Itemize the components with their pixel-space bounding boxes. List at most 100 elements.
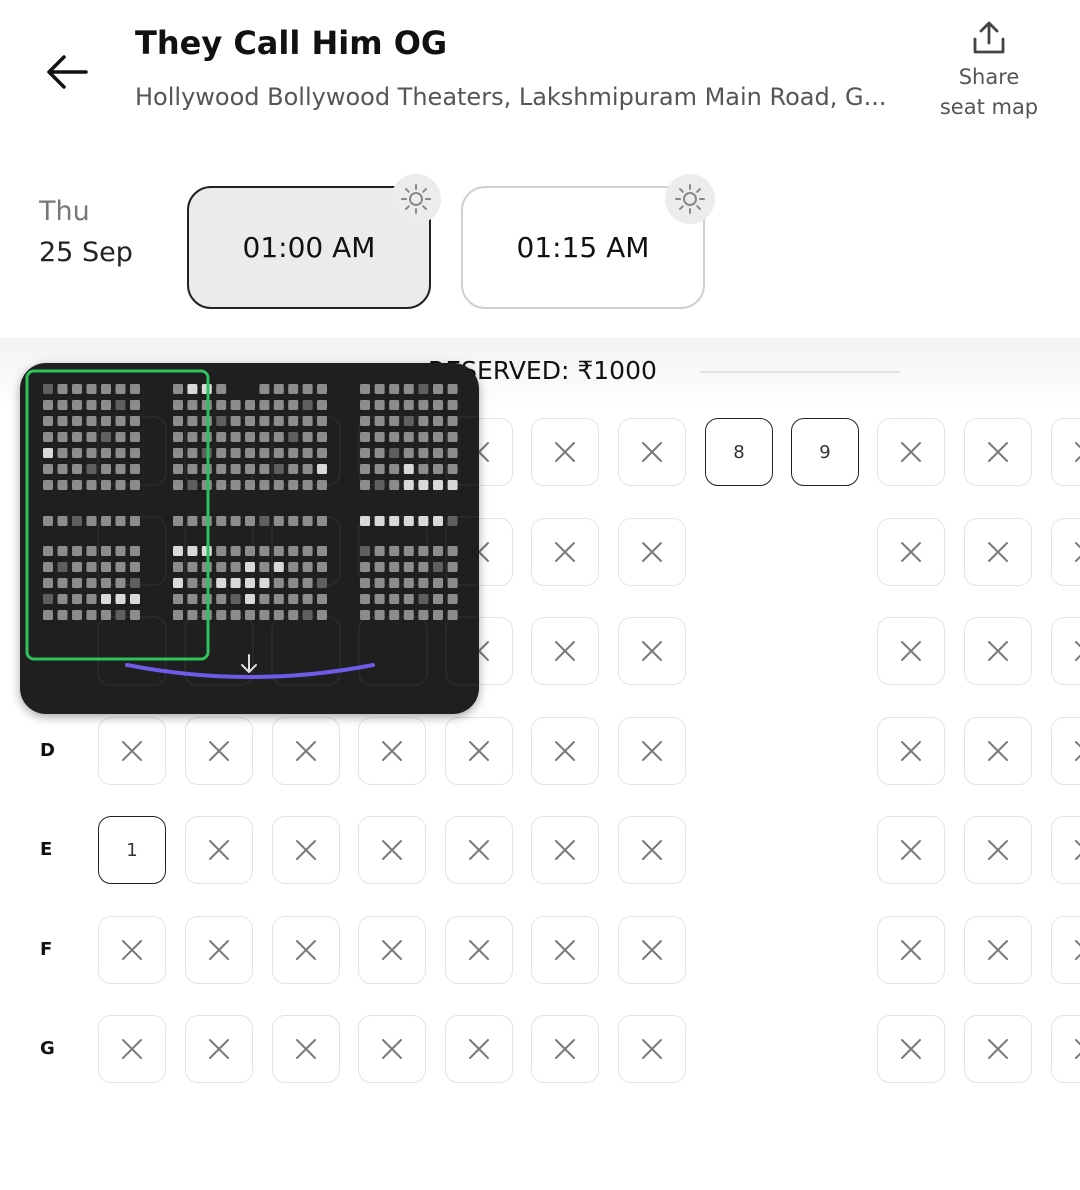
- minimap-seat: [389, 480, 400, 490]
- date-date: 25 Sep: [39, 237, 133, 268]
- minimap-seat: [86, 594, 97, 604]
- minimap-seat: [273, 594, 284, 604]
- minimap-seat: [403, 516, 414, 526]
- minimap-seat: [259, 516, 270, 526]
- minimap-seat: [43, 416, 53, 426]
- seat-unavailable: [272, 915, 340, 984]
- close-icon: [901, 1039, 921, 1059]
- showtime-0115[interactable]: 01:15 AM: [461, 174, 715, 309]
- minimap-seat: [302, 610, 313, 620]
- minimap-seat: [302, 464, 313, 474]
- seat-available[interactable]: 9: [791, 418, 859, 486]
- movie-title: They Call Him OG: [135, 24, 448, 62]
- minimap-seat: [360, 610, 370, 620]
- seat-unavailable: [964, 418, 1032, 486]
- minimap-seat: [43, 384, 53, 394]
- minimap-seat: [360, 594, 370, 604]
- minimap-seat: [173, 448, 183, 458]
- minimap-seat: [216, 594, 227, 604]
- minimap-seat: [418, 546, 429, 556]
- minimap-seat: [57, 480, 68, 490]
- minimap-seat: [389, 562, 400, 572]
- seat-unavailable: [98, 1015, 166, 1083]
- seat-unavailable: [531, 1015, 599, 1083]
- minimap-seat: [418, 610, 429, 620]
- minimap-seat: [317, 384, 327, 394]
- arrow-left-icon: [47, 55, 88, 89]
- minimap-seat: [317, 546, 327, 556]
- minimap-seat: [245, 416, 255, 426]
- seat-available[interactable]: 1: [98, 816, 166, 884]
- minimap-seat: [418, 516, 429, 526]
- minimap-seat: [115, 516, 126, 526]
- seat-number: 1: [126, 839, 138, 861]
- minimap-seat: [130, 610, 140, 620]
- minimap-seat: [216, 610, 227, 620]
- show-date: Thu 25 Sep: [39, 196, 133, 268]
- minimap-seat: [360, 384, 370, 394]
- seat-unavailable: [964, 816, 1032, 884]
- minimap-seat: [57, 384, 68, 394]
- minimap-seat: [447, 516, 458, 526]
- minimap-seat: [288, 384, 299, 394]
- close-icon: [1075, 442, 1080, 462]
- minimap-seat: [374, 448, 385, 458]
- minimap-seat: [230, 432, 241, 442]
- minimap-seat: [317, 400, 327, 410]
- minimap-seat: [288, 516, 299, 526]
- close-icon: [642, 740, 662, 761]
- close-icon: [122, 740, 142, 761]
- showtime-0100[interactable]: 01:00 AM: [187, 174, 441, 309]
- minimap-seat: [288, 464, 299, 474]
- close-icon: [642, 641, 662, 661]
- close-icon: [901, 840, 921, 860]
- minimap-seat: [433, 516, 443, 526]
- close-icon: [382, 1039, 402, 1059]
- seat-available[interactable]: 8: [705, 418, 773, 486]
- share-seat-map-button[interactable]: Share seat map: [928, 18, 1050, 122]
- section-divider: [700, 371, 900, 373]
- minimap-seat: [72, 448, 82, 458]
- minimap-seat: [360, 416, 370, 426]
- minimap-seat: [259, 546, 270, 556]
- seat-unavailable: [185, 716, 253, 785]
- minimap-seat: [72, 562, 82, 572]
- minimap-seat: [317, 432, 327, 442]
- seat-unavailable: [1051, 915, 1080, 984]
- back-button[interactable]: [38, 42, 98, 102]
- minimap-seat: [433, 594, 443, 604]
- minimap-seat: [403, 400, 414, 410]
- minimap-seat: [173, 562, 183, 572]
- seat-unavailable: [531, 716, 599, 785]
- minimap-seat: [288, 400, 299, 410]
- minimap-seat: [57, 562, 68, 572]
- seat-unavailable: [964, 617, 1032, 685]
- minimap-seat: [216, 464, 227, 474]
- seat-unavailable: [531, 617, 599, 685]
- minimap-seat: [57, 464, 68, 474]
- minimap-seat: [288, 594, 299, 604]
- row-label: F: [40, 938, 53, 960]
- minimap-seat: [245, 464, 255, 474]
- minimap-seat: [288, 432, 299, 442]
- seat-unavailable: [618, 915, 686, 984]
- minimap-seat: [302, 578, 313, 588]
- seat-unavailable: [1051, 1015, 1080, 1083]
- minimap-seat: [447, 416, 458, 426]
- close-icon: [122, 1039, 142, 1059]
- showtime-label: 01:00 AM: [242, 231, 376, 264]
- minimap-seat: [389, 516, 400, 526]
- minimap-seat: [317, 516, 327, 526]
- seat-unavailable: [618, 517, 686, 586]
- seat-unavailable: [964, 517, 1032, 586]
- minimap-seat: [245, 480, 255, 490]
- seat-unavailable: [1051, 617, 1080, 685]
- minimap-seat: [374, 610, 385, 620]
- minimap-seat: [418, 562, 429, 572]
- minimap-seat: [418, 578, 429, 588]
- minimap-seat: [273, 562, 284, 572]
- minimap-seat: [173, 546, 183, 556]
- minimap-seat: [187, 480, 198, 490]
- minimap-seat: [447, 546, 458, 556]
- seat-minimap[interactable]: [20, 363, 479, 714]
